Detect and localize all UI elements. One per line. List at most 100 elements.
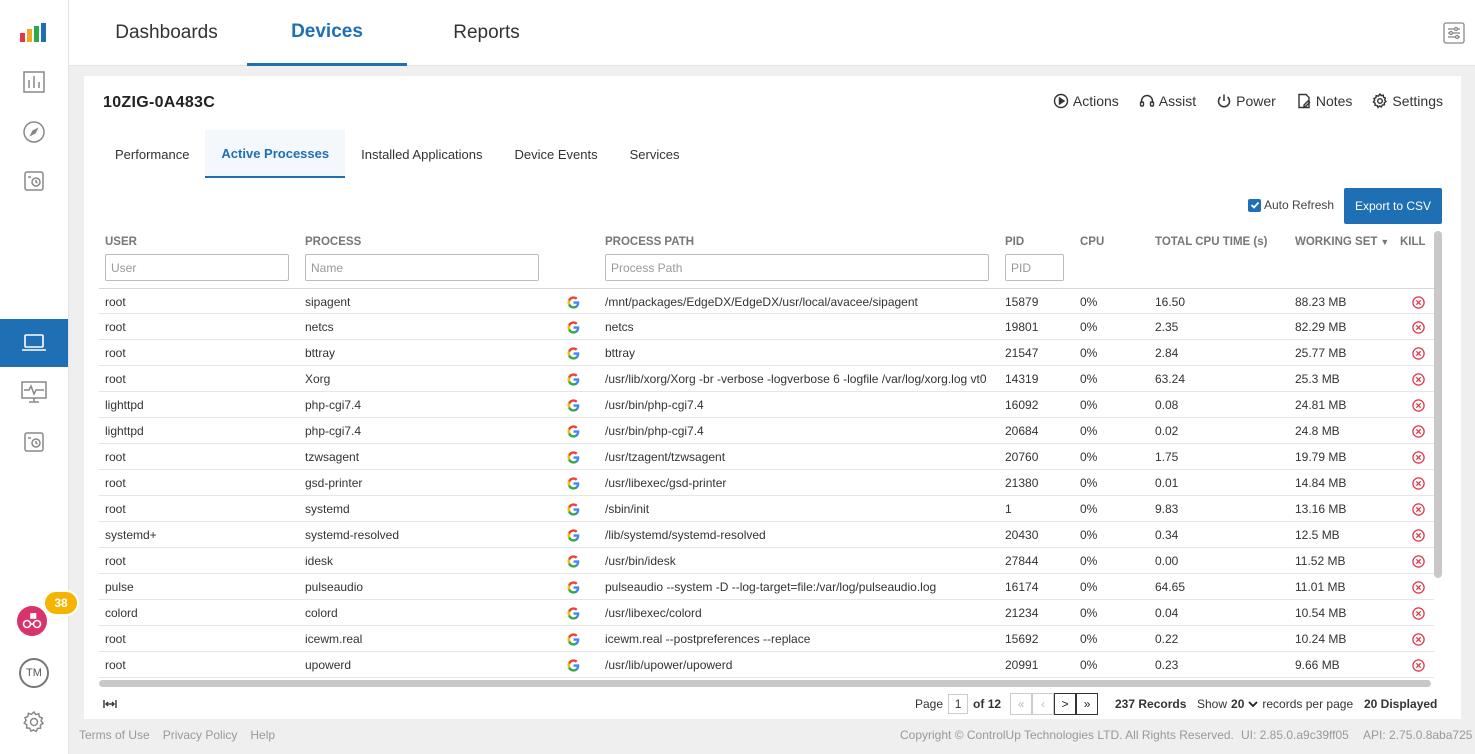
subtab-active-processes[interactable]: Active Processes xyxy=(205,130,346,178)
kill-process-icon[interactable] xyxy=(1412,652,1426,678)
table-row[interactable]: root tzwsagent/usr/tzagent/tzwsagent 20760… xyxy=(99,444,1434,470)
google-search-icon[interactable] xyxy=(567,366,581,392)
subtab-installed-applications[interactable]: Installed Applications xyxy=(345,130,498,178)
col-header-working-set[interactable]: WORKING SET ▼ xyxy=(1295,236,1389,248)
table-row[interactable]: root idesk/usr/bin/idesk 27844 0% 0.00 11.52 … xyxy=(99,548,1434,574)
page-number-input[interactable]: 1 xyxy=(948,694,969,714)
next-page-button[interactable]: > xyxy=(1054,693,1077,715)
google-search-icon[interactable] xyxy=(567,548,581,574)
cell-process: idesk xyxy=(305,554,334,568)
history-report-icon-2[interactable] xyxy=(0,418,68,466)
google-search-icon[interactable] xyxy=(567,340,581,366)
auto-refresh-checkbox[interactable] xyxy=(1248,198,1261,212)
kill-process-icon[interactable] xyxy=(1412,496,1426,522)
google-search-icon[interactable] xyxy=(567,652,581,678)
notifications-widget[interactable]: 38 xyxy=(0,590,79,640)
filter-process-input[interactable] xyxy=(305,254,539,281)
table-row[interactable]: root netcs netcs 19801 0% 2.35 82.29 MB xyxy=(99,314,1434,340)
table-row[interactable]: root upowerd/usr/lib/upower/upowerd 20991 0… xyxy=(99,652,1434,678)
kill-process-icon[interactable] xyxy=(1412,392,1426,418)
google-search-icon[interactable] xyxy=(567,418,581,444)
table-row[interactable]: pulse pulseaudio pulseaudio --system -D --… xyxy=(99,574,1434,600)
google-search-icon[interactable] xyxy=(567,496,581,522)
help-link[interactable]: Help xyxy=(250,728,275,742)
table-row[interactable]: root icewm.real icewm.real --postpreferenc… xyxy=(99,626,1434,652)
subtab-services[interactable]: Services xyxy=(614,130,696,178)
kill-process-icon[interactable] xyxy=(1412,600,1426,626)
bar-chart-icon[interactable] xyxy=(0,58,68,106)
col-header-process-path[interactable]: PROCESS PATH xyxy=(605,236,694,248)
settings-button[interactable]: Settings xyxy=(1372,93,1443,109)
kill-process-icon[interactable] xyxy=(1412,289,1426,315)
google-search-icon[interactable] xyxy=(567,444,581,470)
google-search-icon[interactable] xyxy=(567,600,581,626)
table-row[interactable]: root gsd-printer/usr/libexec/gsd-printer 2… xyxy=(99,470,1434,496)
subtab-performance[interactable]: Performance xyxy=(99,130,205,178)
tab-dashboards[interactable]: Dashboards xyxy=(89,0,244,66)
google-search-icon[interactable] xyxy=(567,626,581,652)
table-row[interactable]: root systemd/sbin/init 1 0% 9.83 13.16 MB xyxy=(99,496,1434,522)
kill-process-icon[interactable] xyxy=(1412,522,1426,548)
filter-pid-input[interactable] xyxy=(1005,254,1064,281)
col-header-user[interactable]: USER xyxy=(105,236,137,248)
prev-page-button[interactable]: ‹ xyxy=(1032,693,1055,715)
tab-reports[interactable]: Reports xyxy=(409,0,564,66)
kill-process-icon[interactable] xyxy=(1412,340,1426,366)
kill-process-icon[interactable] xyxy=(1412,444,1426,470)
cell-cpu: 0% xyxy=(1080,372,1098,386)
last-page-button[interactable]: » xyxy=(1076,693,1099,715)
monitor-pulse-icon[interactable] xyxy=(0,368,68,416)
filter-user-input[interactable] xyxy=(105,254,289,281)
filter-process-path-input[interactable] xyxy=(605,254,989,281)
user-avatar[interactable]: TM xyxy=(0,649,68,697)
col-header-cpu[interactable]: CPU xyxy=(1080,236,1104,248)
cell-cpu: 0% xyxy=(1080,476,1098,490)
kill-process-icon[interactable] xyxy=(1412,574,1426,600)
sliders-settings-icon[interactable] xyxy=(1443,22,1465,44)
cell-pid: 27844 xyxy=(1005,554,1039,568)
privacy-policy-link[interactable]: Privacy Policy xyxy=(163,728,238,742)
compass-icon[interactable] xyxy=(0,108,68,156)
kill-process-icon[interactable] xyxy=(1412,548,1426,574)
table-row[interactable]: root bttray bttray 21547 0% 2.84 25.77 MB xyxy=(99,340,1434,366)
terms-of-use-link[interactable]: Terms of Use xyxy=(79,728,150,742)
assist-button[interactable]: Assist xyxy=(1139,93,1196,109)
kill-process-icon[interactable] xyxy=(1412,626,1426,652)
col-header-pid[interactable]: PID xyxy=(1005,236,1024,248)
subtab-device-events[interactable]: Device Events xyxy=(499,130,614,178)
auto-refresh-toggle[interactable]: Auto Refresh xyxy=(1248,198,1334,212)
horizontal-scrollbar[interactable] xyxy=(99,680,1431,687)
vertical-scrollbar[interactable] xyxy=(1434,231,1442,578)
table-row[interactable]: root sipagent/mnt/packages/EdgeDX/EdgeDX/… xyxy=(99,288,1434,314)
first-page-button[interactable]: « xyxy=(1010,693,1033,715)
col-header-process[interactable]: PROCESS xyxy=(305,236,361,248)
google-search-icon[interactable] xyxy=(567,522,581,548)
google-search-icon[interactable] xyxy=(567,574,581,600)
google-search-icon[interactable] xyxy=(567,470,581,496)
google-search-icon[interactable] xyxy=(567,289,581,315)
cell-process: Xorg xyxy=(305,372,331,386)
expand-columns-icon[interactable] xyxy=(103,693,117,715)
power-button[interactable]: Power xyxy=(1216,93,1276,109)
col-header-total-cpu-time[interactable]: TOTAL CPU TIME (s) xyxy=(1155,236,1267,248)
table-row[interactable]: lighttpd php-cgi7.4/usr/bin/php-cgi7.4 160… xyxy=(99,392,1434,418)
notes-button[interactable]: Notes xyxy=(1296,93,1352,109)
google-search-icon[interactable] xyxy=(567,392,581,418)
per-page-selector[interactable]: Show 20 records per page xyxy=(1197,693,1353,715)
table-row[interactable]: systemd+ systemd-resolved/lib/systemd/sys… xyxy=(99,522,1434,548)
export-csv-button[interactable]: Export to CSV xyxy=(1344,188,1442,224)
controlup-logo[interactable] xyxy=(0,9,68,57)
gear-icon[interactable] xyxy=(0,698,68,746)
table-row[interactable]: root Xorg/usr/lib/xorg/Xorg -br -verbose … xyxy=(99,366,1434,392)
google-search-icon[interactable] xyxy=(567,314,581,340)
history-report-icon[interactable] xyxy=(0,157,68,205)
kill-process-icon[interactable] xyxy=(1412,470,1426,496)
actions-button[interactable]: Actions xyxy=(1053,93,1119,109)
kill-process-icon[interactable] xyxy=(1412,314,1426,340)
kill-process-icon[interactable] xyxy=(1412,366,1426,392)
kill-process-icon[interactable] xyxy=(1412,418,1426,444)
table-row[interactable]: colord colord/usr/libexec/colord 21234 0% 0.… xyxy=(99,600,1434,626)
devices-laptop-icon[interactable] xyxy=(0,319,68,367)
table-row[interactable]: lighttpd php-cgi7.4/usr/bin/php-cgi7.4 206… xyxy=(99,418,1434,444)
tab-devices[interactable]: Devices xyxy=(247,0,407,66)
